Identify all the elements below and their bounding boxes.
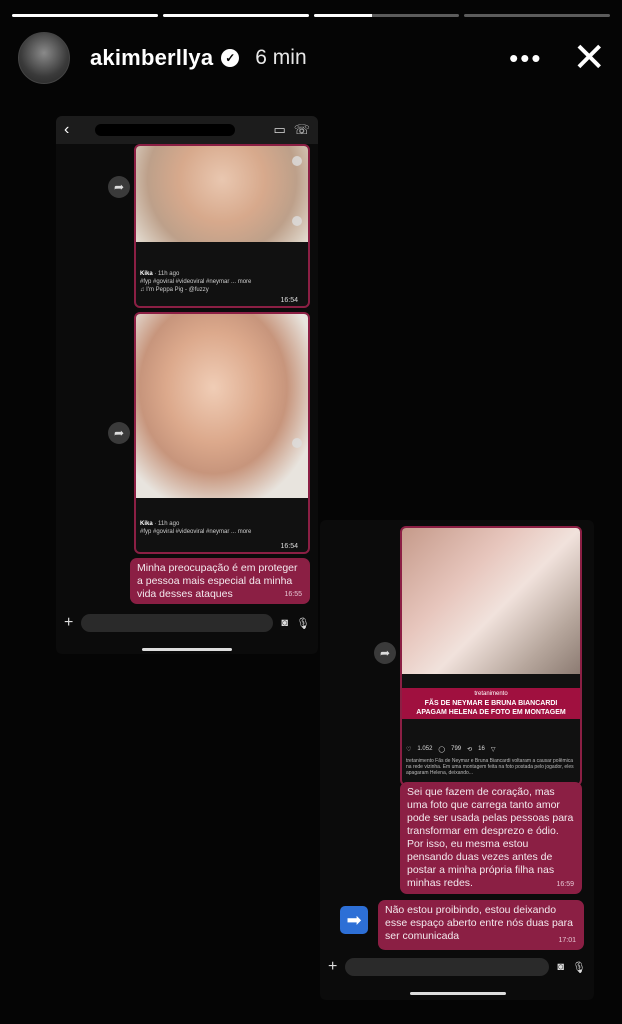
message-text: Minha preocupação é em proteger a pessoa… (137, 562, 298, 600)
plus-icon[interactable]: + (328, 958, 337, 976)
message-timestamp: 16:54 (280, 543, 298, 550)
chat-input-bar: + ◙ 🎙 (320, 954, 594, 980)
message-timestamp: 16:54 (280, 297, 298, 304)
microphone-icon[interactable]: 🎙 (296, 617, 310, 630)
forward-icon: ➦ (374, 642, 396, 664)
video-meta-2: Kika · 11h ago #fyp #goviral #videoviral… (140, 521, 252, 535)
more-horizontal-icon[interactable]: ••• (509, 45, 542, 71)
comment-icon (292, 216, 302, 226)
message-timestamp: 16:55 (284, 591, 302, 598)
video-meta-1: Kika · 11h ago #fyp #goviral #videoviral… (140, 271, 252, 293)
message-bubble: Não estou proibindo, estou deixando esse… (378, 900, 584, 950)
plus-icon[interactable]: + (64, 614, 73, 632)
phone-icon: ☏ (293, 122, 310, 137)
story-time: 6 min (255, 46, 307, 69)
back-chevron-icon: ‹ (64, 121, 70, 138)
verified-badge-icon: ✓ (221, 49, 240, 67)
message-bubble: Minha preocupação é em proteger a pessoa… (130, 558, 310, 604)
progress-segment (12, 14, 158, 17)
message-timestamp: 16:59 (556, 881, 574, 888)
post-caption: tretanimento Fãs de Neymar e Bruna Bianc… (406, 758, 574, 776)
share-icon: ▽ (490, 747, 496, 753)
news-headline: tretanimento FÃS DE NEYMAR E BRUNA BIANC… (402, 688, 580, 719)
message-bubble: Sei que fazem de coração, mas uma foto q… (400, 782, 582, 894)
redacted-name (95, 124, 236, 136)
forwarded-video-1: Kika · 11h ago #fyp #goviral #videoviral… (134, 144, 310, 308)
forward-icon: ➦ (108, 176, 130, 198)
close-icon[interactable]: ✕ (572, 38, 606, 78)
video-call-icon: ▭ (273, 122, 286, 137)
home-indicator (410, 992, 506, 995)
story-viewer[interactable]: akimberllya ✓ 6 min ••• ✕ ‹ ▭ ☏ ➦ Kika ·… (0, 0, 622, 1024)
baby-photo-1 (136, 146, 308, 242)
username[interactable]: akimberllya (90, 45, 213, 71)
story-header: akimberllya ✓ 6 min ••• ✕ (18, 30, 606, 86)
progress-segment (313, 14, 460, 17)
story-progress (12, 14, 610, 17)
message-input[interactable] (345, 958, 550, 976)
avatar[interactable] (18, 32, 70, 84)
baby-photo-2 (136, 314, 308, 498)
microphone-icon[interactable]: 🎙 (572, 961, 586, 974)
forwarded-post: tretanimento FÃS DE NEYMAR E BRUNA BIANC… (400, 526, 582, 786)
like-icon (292, 156, 302, 166)
message-text: Não estou proibindo, estou deixando esse… (385, 904, 573, 942)
right-arrow-icon: ➡ (340, 906, 368, 934)
progress-segment (464, 14, 610, 17)
heart-icon: ♡ (406, 747, 412, 753)
comment-icon: ◯ (438, 747, 446, 753)
post-actions: ♡ 1.052 ◯ 799 ⟲ 16 ▽ (406, 746, 496, 753)
message-input[interactable] (81, 614, 274, 632)
camera-icon[interactable]: ◙ (557, 961, 564, 973)
home-indicator (142, 648, 232, 651)
family-photo (402, 528, 580, 674)
chat-screenshot-left: ‹ ▭ ☏ ➦ Kika · 11h ago #fyp #goviral #vi… (56, 116, 318, 654)
progress-segment (162, 14, 309, 17)
message-text: Sei que fazem de coração, mas uma foto q… (407, 786, 574, 889)
forward-icon: ➦ (108, 422, 130, 444)
chat-input-bar: + ◙ 🎙 (56, 610, 318, 636)
progress-fill (313, 14, 372, 17)
chat-header: ‹ ▭ ☏ (56, 116, 318, 144)
progress-fill (12, 14, 158, 17)
camera-icon[interactable]: ◙ (281, 617, 288, 629)
message-timestamp: 17:01 (558, 937, 576, 944)
forwarded-video-2: Kika · 11h ago #fyp #goviral #videoviral… (134, 312, 310, 554)
progress-fill (162, 14, 309, 17)
repost-icon: ⟲ (467, 747, 473, 753)
like-icon (292, 438, 302, 448)
